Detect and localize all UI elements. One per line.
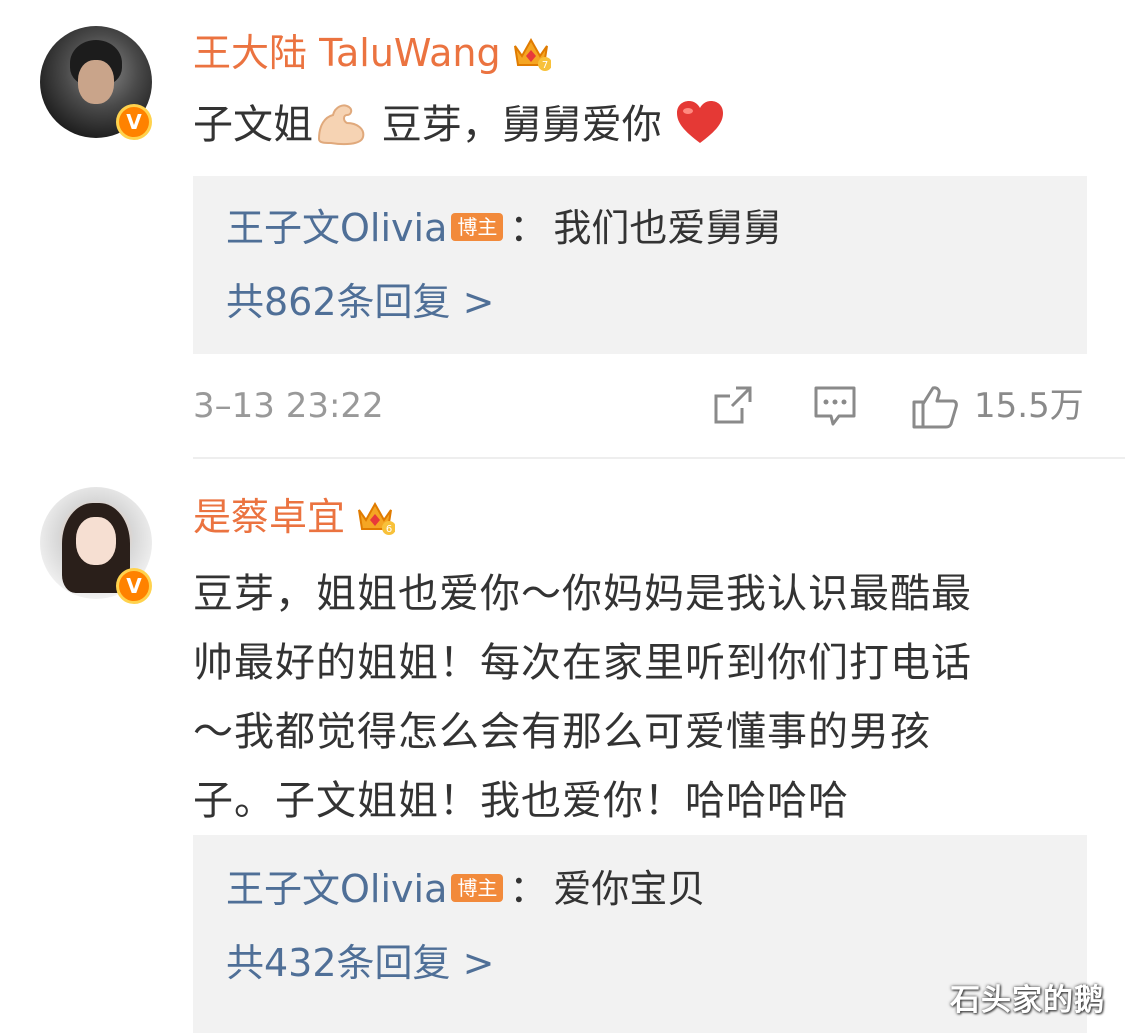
reply-text: 爱你宝贝 <box>553 867 706 911</box>
comment-text: 子文姐 豆芽，舅舅爱你 <box>193 96 1073 154</box>
svg-text:6: 6 <box>386 524 392 535</box>
divider <box>193 457 1125 459</box>
comment-text: 豆芽，姐姐也爱你～你妈妈是我认识最酷最 帅最好的姐姐！每次在家里听到你们打电话 … <box>193 571 972 824</box>
username[interactable]: 是蔡卓宜 6 <box>193 494 396 540</box>
username-text[interactable]: 是蔡卓宜 <box>193 495 345 539</box>
blogger-tag: 博主 <box>451 873 504 902</box>
flexed-biceps-icon <box>317 104 365 146</box>
verified-badge-icon: V <box>116 104 152 140</box>
comment-1: V 王大陆 TaluWang 7 子文姐 豆芽，舅舅爱你 王子文Olivia 博主… <box>0 0 1125 458</box>
blogger-tag: 博主 <box>451 212 504 241</box>
reply-preview: 王子文Olivia 博主：爱你宝贝 <box>226 867 706 911</box>
reply-username[interactable]: 王子文Olivia <box>226 206 447 250</box>
share-icon[interactable] <box>712 384 754 426</box>
reply-username[interactable]: 王子文Olivia <box>226 867 447 911</box>
like-count[interactable]: 15.5万 <box>974 383 1084 429</box>
comment-icon[interactable] <box>813 384 857 428</box>
username[interactable]: 王大陆 TaluWang 7 <box>193 30 551 76</box>
like-icon[interactable] <box>911 384 959 430</box>
crown-icon: 7 <box>513 37 551 71</box>
svg-text:7: 7 <box>541 60 547 71</box>
reply-preview: 王子文Olivia 博主：我们也爱舅舅 <box>226 206 782 250</box>
reply-text: 我们也爱舅舅 <box>553 206 782 250</box>
more-replies-link[interactable]: 共862条回复 > <box>226 278 494 326</box>
red-heart-icon <box>677 101 724 143</box>
username-text[interactable]: 王大陆 TaluWang <box>193 31 501 75</box>
reply-box[interactable]: 王子文Olivia 博主：我们也爱舅舅 共862条回复 > <box>193 176 1087 354</box>
watermark: 石头家的鹅 <box>950 983 1105 1018</box>
crown-icon: 6 <box>358 501 396 535</box>
comment-2: V 是蔡卓宜 6 豆芽，姐姐也爱你～你妈妈是我认识最酷最 帅最好的姐姐！每次在家… <box>0 460 1125 1033</box>
timestamp: 3–13 23:22 <box>193 386 384 426</box>
verified-badge-icon: V <box>116 568 152 604</box>
more-replies-link[interactable]: 共432条回复 > <box>226 939 494 987</box>
